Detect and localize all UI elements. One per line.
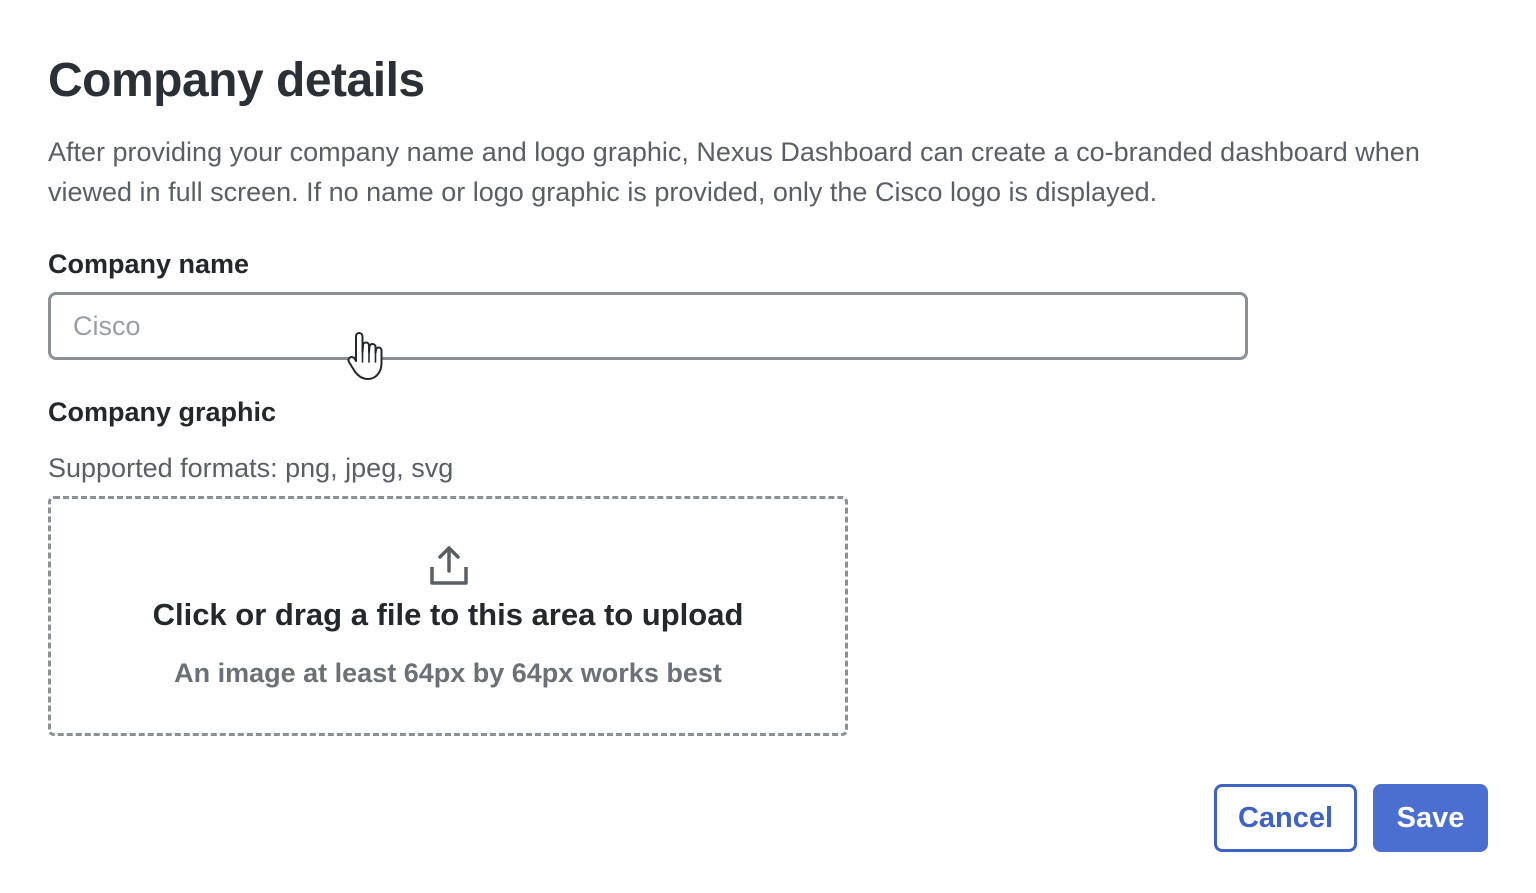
save-button[interactable]: Save bbox=[1373, 784, 1488, 852]
dialog-description: After providing your company name and lo… bbox=[48, 137, 1420, 207]
company-name-label: Company name bbox=[48, 249, 250, 279]
cancel-button[interactable]: Cancel bbox=[1214, 784, 1357, 852]
company-details-dialog: Company details After providing your com… bbox=[0, 0, 1536, 893]
dialog-title: Company details bbox=[48, 54, 425, 107]
company-name-input[interactable] bbox=[48, 292, 1248, 360]
file-upload-dropzone[interactable]: Click or drag a file to this area to upl… bbox=[48, 496, 848, 736]
upload-icon bbox=[430, 546, 468, 585]
upload-title: Click or drag a file to this area to upl… bbox=[152, 597, 744, 632]
company-graphic-label: Company graphic bbox=[48, 397, 277, 427]
supported-formats-text: Supported formats: png, jpeg, svg bbox=[48, 453, 454, 483]
upload-hint: An image at least 64px by 64px works bes… bbox=[174, 658, 722, 688]
